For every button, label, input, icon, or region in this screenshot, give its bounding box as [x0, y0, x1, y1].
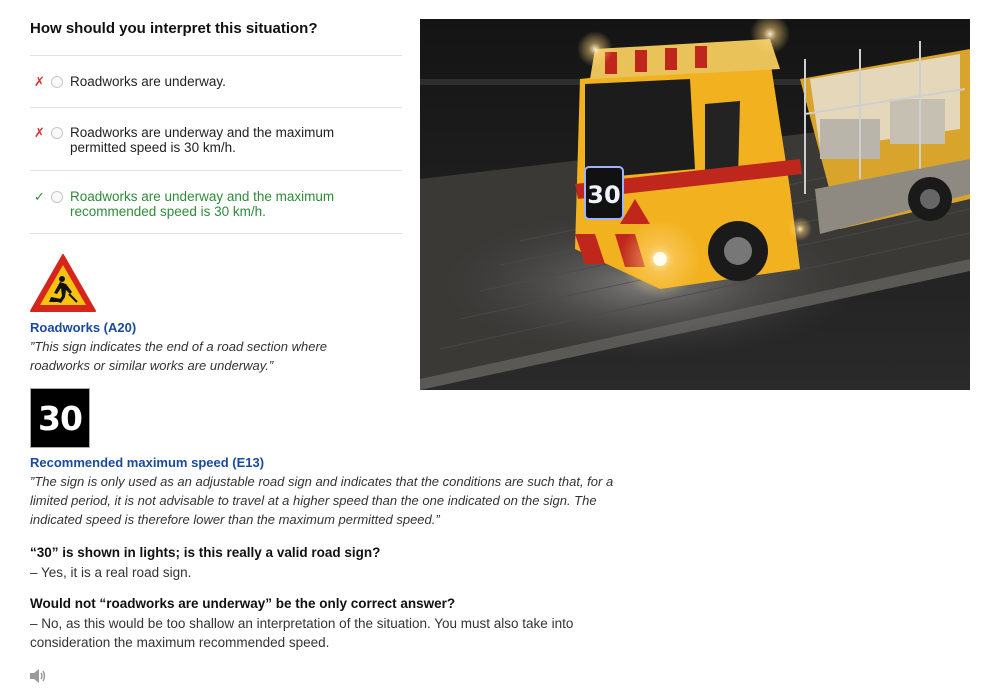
- radio-button[interactable]: [51, 76, 63, 88]
- faq-question-1: “30” is shown in lights; is this really …: [30, 545, 381, 560]
- answer-option-text: Roadworks are underway and the maximum p…: [70, 125, 335, 155]
- faq-question-2: Would not “roadworks are underway” be th…: [30, 596, 456, 611]
- correct-mark-icon: ✓: [34, 189, 45, 204]
- truck-night-photo: 30: [420, 19, 970, 390]
- recommended-speed-sign-icon: 30: [30, 388, 90, 448]
- wrong-mark-icon: ✗: [34, 125, 45, 140]
- photo-sign-number: 30: [587, 181, 620, 209]
- sign-title-e13: Recommended maximum speed (E13): [30, 455, 265, 470]
- radio-button[interactable]: [51, 191, 63, 203]
- answer-option-2[interactable]: ✗ Roadworks are underway and the maximum…: [30, 107, 402, 170]
- sign-quote-e13: ”The sign is only used as an adjustable …: [30, 474, 614, 527]
- speed-sign-number: 30: [38, 398, 83, 438]
- speaker-icon[interactable]: [29, 668, 47, 684]
- answer-option-3[interactable]: ✓ Roadworks are underway and the maximum…: [30, 170, 402, 234]
- answer-option-text: Roadworks are underway.: [70, 74, 226, 89]
- answer-option-1[interactable]: ✗ Roadworks are underway.: [30, 55, 402, 107]
- situation-photo: 30: [420, 19, 970, 390]
- wrong-mark-icon: ✗: [34, 74, 45, 89]
- radio-button[interactable]: [51, 127, 63, 139]
- roadworks-warning-icon: [30, 254, 96, 312]
- question-text: How should you interpret this situation?: [30, 20, 318, 37]
- sign-quote-a20: ”This sign indicates the end of a road s…: [30, 339, 328, 373]
- sign-title-a20: Roadworks (A20): [30, 320, 137, 335]
- answer-options: ✗ Roadworks are underway. ✗ Roadworks ar…: [30, 55, 402, 234]
- faq-answer-1: – Yes, it is a real road sign.: [30, 565, 192, 580]
- answer-option-text: Roadworks are underway and the maximum r…: [70, 189, 335, 219]
- faq-answer-2: – No, as this would be too shallow an in…: [30, 616, 574, 650]
